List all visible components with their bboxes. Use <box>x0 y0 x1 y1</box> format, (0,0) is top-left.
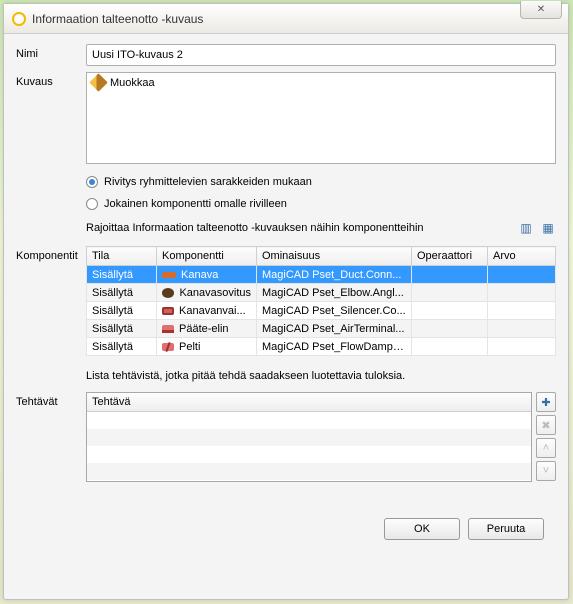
cell-value <box>488 284 556 302</box>
cell-component: Kanavasovitus <box>157 284 257 302</box>
cell-state: Sisällytä <box>87 284 157 302</box>
cell-operator <box>412 302 488 320</box>
table-row[interactable]: SisällytäKanavasovitusMagiCAD Pset_Elbow… <box>87 284 556 302</box>
cell-property: MagiCAD Pset_Duct.Conn... <box>257 266 412 284</box>
edit-description-label: Muokkaa <box>110 77 155 89</box>
col-operator[interactable]: Operaattori <box>412 247 488 266</box>
cell-state: Sisällytä <box>87 266 157 284</box>
task-delete-button[interactable]: ✖ <box>536 415 556 435</box>
col-property[interactable]: Ominaisuus <box>257 247 412 266</box>
task-move-up-button[interactable]: ˄ <box>536 438 556 458</box>
radio-icon <box>86 176 98 188</box>
col-state[interactable]: Tila <box>87 247 157 266</box>
cell-operator <box>412 266 488 284</box>
silencer-icon <box>162 307 174 315</box>
task-buttons: ✚ ✖ ˄ ˅ <box>536 392 556 482</box>
cell-operator <box>412 284 488 302</box>
label-components: Komponentit <box>16 246 80 262</box>
cell-property: MagiCAD Pset_FlowDampe... <box>257 338 412 356</box>
components-table[interactable]: Tila Komponentti Ominaisuus Operaattori … <box>86 246 556 356</box>
radio-grouped-label: Rivitys ryhmittelevien sarakkeiden mukaa… <box>104 176 312 188</box>
cell-property: MagiCAD Pset_AirTerminal... <box>257 320 412 338</box>
elbow-icon <box>162 288 174 298</box>
col-component[interactable]: Komponentti <box>157 247 257 266</box>
wrap-radio-group: Rivitys ryhmittelevien sarakkeiden mukaa… <box>86 170 556 214</box>
task-add-button[interactable]: ✚ <box>536 392 556 412</box>
radio-per-row-label: Jokainen komponentti omalle rivilleen <box>104 198 287 210</box>
columns-icon[interactable]: ▥ <box>518 220 534 236</box>
close-button[interactable]: ✕ <box>520 1 562 19</box>
dialog-window: Informaation talteenotto -kuvaus ✕ Nimi … <box>3 3 569 600</box>
tasks-body <box>87 412 531 480</box>
cell-state: Sisällytä <box>87 302 157 320</box>
window-title: Informaation talteenotto -kuvaus <box>32 12 203 26</box>
damper-icon <box>162 343 174 351</box>
titlebar: Informaation talteenotto -kuvaus ✕ <box>4 4 568 34</box>
close-icon: ✕ <box>537 4 545 15</box>
label-name: Nimi <box>16 44 80 60</box>
cell-value <box>488 320 556 338</box>
table-row[interactable]: SisällytäPeltiMagiCAD Pset_FlowDampe... <box>87 338 556 356</box>
cell-component: Pelti <box>157 338 257 356</box>
cell-component: Pääte-elin <box>157 320 257 338</box>
tasks-help-text: Lista tehtävistä, jotka pitää tehdä saad… <box>86 370 556 382</box>
components-restrict-text: Rajoittaa Informaation talteenotto -kuva… <box>86 222 424 234</box>
cell-operator <box>412 320 488 338</box>
cell-component: Kanavanvai... <box>157 302 257 320</box>
radio-grouped[interactable]: Rivitys ryhmittelevien sarakkeiden mukaa… <box>86 176 556 188</box>
name-input[interactable] <box>86 44 556 66</box>
cell-state: Sisällytä <box>87 320 157 338</box>
cell-property: MagiCAD Pset_Silencer.Co... <box>257 302 412 320</box>
app-icon <box>12 12 26 26</box>
grid-icon[interactable]: ▦ <box>540 220 556 236</box>
tasks-table[interactable]: Tehtävä <box>86 392 532 482</box>
cancel-button[interactable]: Peruuta <box>468 518 544 540</box>
label-description: Kuvaus <box>16 72 80 88</box>
cell-value <box>488 302 556 320</box>
label-tasks: Tehtävät <box>16 392 80 408</box>
dialog-content: Nimi Kuvaus Muokkaa Rivitys ryhmittelevi… <box>4 34 568 599</box>
cell-value <box>488 266 556 284</box>
cell-state: Sisällytä <box>87 338 157 356</box>
cell-operator <box>412 338 488 356</box>
ok-button[interactable]: OK <box>384 518 460 540</box>
tasks-header[interactable]: Tehtävä <box>87 393 531 412</box>
duct-icon <box>162 272 176 278</box>
description-box[interactable]: Muokkaa <box>86 72 556 164</box>
radio-icon <box>86 198 98 210</box>
col-value[interactable]: Arvo <box>488 247 556 266</box>
cell-value <box>488 338 556 356</box>
cell-property: MagiCAD Pset_Elbow.Angl... <box>257 284 412 302</box>
table-row[interactable]: SisällytäKanavaMagiCAD Pset_Duct.Conn... <box>87 266 556 284</box>
table-row[interactable]: SisällytäKanavanvai...MagiCAD Pset_Silen… <box>87 302 556 320</box>
tasks-area: Tehtävä ✚ ✖ ˄ ˅ <box>86 392 556 482</box>
cell-component: Kanava <box>157 266 257 284</box>
edit-description-link[interactable]: Muokkaa <box>92 76 155 89</box>
dialog-footer: OK Peruuta <box>16 488 556 554</box>
table-row[interactable]: SisällytäPääte-elinMagiCAD Pset_AirTermi… <box>87 320 556 338</box>
pencil-icon <box>89 73 107 91</box>
terminal-icon <box>162 325 174 333</box>
radio-per-row[interactable]: Jokainen komponentti omalle rivilleen <box>86 198 556 210</box>
components-header-row: Rajoittaa Informaation talteenotto -kuva… <box>86 220 556 236</box>
task-move-down-button[interactable]: ˅ <box>536 461 556 481</box>
